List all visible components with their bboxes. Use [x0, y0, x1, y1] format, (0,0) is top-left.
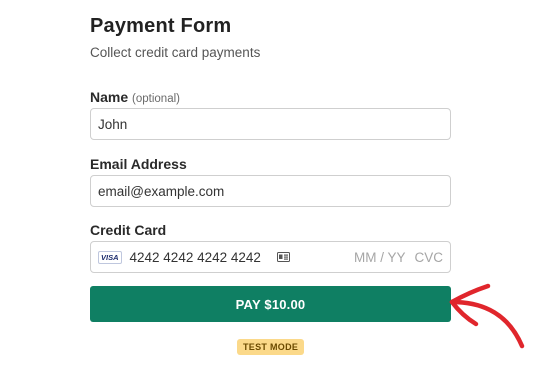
email-label: Email Address	[90, 156, 187, 172]
name-input-value: John	[98, 116, 128, 132]
red-arrow-icon	[449, 283, 525, 349]
card-cvc-input[interactable]: CVC	[414, 250, 443, 265]
name-optional-text: (optional)	[132, 93, 180, 105]
visa-brand-icon: VISA	[98, 250, 122, 264]
card-number-value: 4242 4242 4242 4242	[129, 249, 261, 265]
card-expiry-input[interactable]: MM / YY	[354, 250, 406, 265]
name-input[interactable]: John	[90, 108, 451, 140]
email-input[interactable]: email@example.com	[90, 175, 451, 207]
pay-button[interactable]: PAY $10.00	[90, 286, 451, 322]
card-details-icon	[276, 252, 290, 262]
email-input-value: email@example.com	[98, 183, 225, 199]
form-subtitle: Collect credit card payments	[90, 45, 261, 60]
name-label: Name (optional)	[90, 88, 180, 108]
page: Payment Form Collect credit card payment…	[0, 0, 553, 381]
form-title: Payment Form	[90, 15, 232, 37]
credit-card-label: Credit Card	[90, 222, 167, 238]
name-label-text: Name	[90, 89, 129, 105]
test-mode-badge: TEST MODE	[237, 339, 305, 355]
credit-card-input[interactable]: VISA 4242 4242 4242 4242 MM / YY CVC	[90, 241, 451, 273]
payment-form: Payment Form Collect credit card payment…	[90, 12, 451, 355]
